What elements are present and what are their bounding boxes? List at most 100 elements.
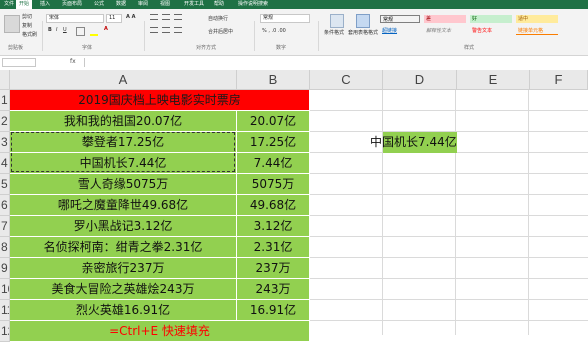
wrap-text-button[interactable]: 自动换行 — [208, 15, 228, 22]
format-painter-button[interactable]: 格式刷 — [22, 31, 37, 38]
tab-developer[interactable]: 开发工具 — [184, 0, 204, 9]
row-header-11[interactable]: 11 — [0, 300, 10, 321]
tab-file[interactable]: 文件 — [4, 0, 14, 9]
name-box[interactable] — [2, 58, 36, 67]
format-as-table-button[interactable]: 套用表格格式 — [348, 29, 378, 36]
cell-a7[interactable]: 罗小黑战记3.12亿 — [10, 216, 237, 237]
formula-input[interactable] — [84, 58, 585, 67]
row-header-3[interactable]: 3 — [0, 132, 10, 153]
fx-icon[interactable]: fx — [70, 58, 76, 65]
align-right-icon[interactable] — [174, 27, 182, 33]
cell-a6[interactable]: 哪吒之魔童降世49.68亿 — [10, 195, 237, 216]
ribbon-tab-bar: 文件 开始 插入 页面布局 公式 数据 审阅 视图 开发工具 帮助 操作说明搜索 — [0, 0, 588, 9]
cell-d3[interactable]: 中国机长7.44亿 — [370, 132, 457, 153]
column-header-d[interactable]: D — [383, 70, 457, 90]
align-center-icon[interactable] — [162, 27, 170, 33]
row-header-12[interactable]: 12 — [0, 321, 10, 342]
cell-b4[interactable]: 7.44亿 — [237, 153, 310, 174]
italic-icon[interactable]: I — [56, 27, 57, 33]
row-header-5[interactable]: 5 — [0, 174, 10, 195]
align-left-icon[interactable] — [150, 27, 158, 33]
group-divider — [42, 21, 43, 51]
borders-icon[interactable] — [76, 27, 85, 36]
cell-b6[interactable]: 49.68亿 — [237, 195, 310, 216]
fill-color-icon[interactable] — [90, 34, 98, 36]
tab-home[interactable]: 开始 — [16, 0, 33, 9]
row-header-9[interactable]: 9 — [0, 258, 10, 279]
merge-center-button[interactable]: 合并后居中 — [208, 28, 233, 35]
tab-data[interactable]: 数据 — [116, 0, 126, 9]
tab-help[interactable]: 帮助 — [214, 0, 224, 9]
cell-a11[interactable]: 烈火英雄16.91亿 — [10, 300, 237, 321]
column-header-b[interactable]: B — [237, 70, 310, 90]
row-header-4[interactable]: 4 — [0, 153, 10, 174]
align-bottom-icon[interactable] — [174, 14, 182, 20]
cell-a9[interactable]: 亲密旅行237万 — [10, 258, 237, 279]
row-header-8[interactable]: 8 — [0, 237, 10, 258]
select-all-corner[interactable] — [0, 70, 10, 90]
cell-style-neutral[interactable]: 适中 — [516, 15, 558, 23]
tab-formulas[interactable]: 公式 — [94, 0, 104, 9]
conditional-formatting-icon[interactable] — [330, 14, 344, 28]
number-group-label: 数字 — [276, 45, 287, 51]
align-top-icon[interactable] — [150, 14, 158, 20]
cut-button[interactable]: 剪切 — [22, 13, 32, 20]
tab-insert[interactable]: 插入 — [40, 0, 50, 9]
font-color-icon[interactable]: A — [104, 26, 108, 32]
cell-style-hyperlink[interactable]: 超链接 — [380, 27, 420, 35]
cell-b2[interactable]: 20.07亿 — [237, 111, 310, 132]
bold-icon[interactable]: B — [48, 27, 52, 33]
grow-font-icon[interactable]: A A — [126, 14, 135, 20]
cell-a8[interactable]: 名侦探柯南：绀青之拳2.31亿 — [10, 237, 237, 258]
row-header-10[interactable]: 10 — [0, 279, 10, 300]
font-group-label: 字体 — [82, 45, 93, 51]
conditional-formatting-button[interactable]: 条件格式 — [324, 29, 344, 36]
font-name-dropdown[interactable]: 宋体 — [46, 14, 104, 23]
column-header-e[interactable]: E — [457, 70, 530, 90]
cell-b11[interactable]: 16.91亿 — [237, 300, 310, 321]
cell-b9[interactable]: 237万 — [237, 258, 310, 279]
row-header-1[interactable]: 1 — [0, 90, 10, 111]
tab-review[interactable]: 审阅 — [138, 0, 148, 9]
column-header-a[interactable]: A — [10, 70, 237, 90]
tab-page-layout[interactable]: 页面布局 — [62, 0, 82, 9]
column-header-c[interactable]: C — [310, 70, 383, 90]
cell-b3[interactable]: 17.25亿 — [237, 132, 310, 153]
cell-style-warning[interactable]: 警告文本 — [470, 27, 512, 35]
cell-style-good[interactable]: 好 — [470, 15, 512, 23]
row-header-7[interactable]: 7 — [0, 216, 10, 237]
copy-button[interactable]: 复制 — [22, 22, 32, 29]
format-as-table-icon[interactable] — [356, 14, 370, 28]
font-size-dropdown[interactable]: 11 — [106, 14, 122, 23]
flash-fill-hint-cell[interactable]: =Ctrl+E 快速填充 — [10, 321, 310, 342]
row-header-6[interactable]: 6 — [0, 195, 10, 216]
cell-style-explanatory[interactable]: 解释性文本 — [424, 27, 466, 35]
cell-a4[interactable]: 中国机长7.44亿 — [10, 153, 237, 174]
title-cell[interactable]: 2019国庆档上映电影实时票房 — [10, 90, 310, 111]
cell-a10[interactable]: 美食大冒险之英雄烩243万 — [10, 279, 237, 300]
cell-a2[interactable]: 我和我的祖国20.07亿 — [10, 111, 237, 132]
cell-style-normal[interactable]: 常规 — [380, 15, 420, 23]
clipboard-group-label: 剪贴板 — [8, 45, 24, 51]
cell-a3[interactable]: 攀登者17.25亿 — [10, 132, 237, 153]
cell-b7[interactable]: 3.12亿 — [237, 216, 310, 237]
paste-icon[interactable] — [4, 15, 20, 33]
number-format-dropdown[interactable]: 常规 — [260, 14, 310, 23]
cell-b5[interactable]: 5075万 — [237, 174, 310, 195]
tab-view[interactable]: 视图 — [160, 0, 170, 9]
number-format-icons[interactable]: % , .0 .00 — [262, 28, 286, 34]
cell-style-linked[interactable]: 链接单元格 — [516, 27, 558, 35]
column-header-f[interactable]: F — [530, 70, 588, 90]
row-header-2[interactable]: 2 — [0, 111, 10, 132]
cell-b10[interactable]: 243万 — [237, 279, 310, 300]
cell-b8[interactable]: 2.31亿 — [237, 237, 310, 258]
cell-style-bad[interactable]: 差 — [424, 15, 466, 23]
empty-grid-area[interactable] — [310, 90, 588, 335]
group-divider — [144, 21, 145, 51]
tell-me-search[interactable]: 操作说明搜索 — [238, 0, 268, 9]
styles-group-label: 样式 — [464, 45, 475, 51]
align-middle-icon[interactable] — [162, 14, 170, 20]
ribbon: 剪切 复制 格式刷 剪贴板 宋体 11 A A B I U A 字体 自动换行 … — [0, 9, 588, 56]
underline-icon[interactable]: U — [63, 27, 67, 33]
cell-a5[interactable]: 雪人奇缘5075万 — [10, 174, 237, 195]
